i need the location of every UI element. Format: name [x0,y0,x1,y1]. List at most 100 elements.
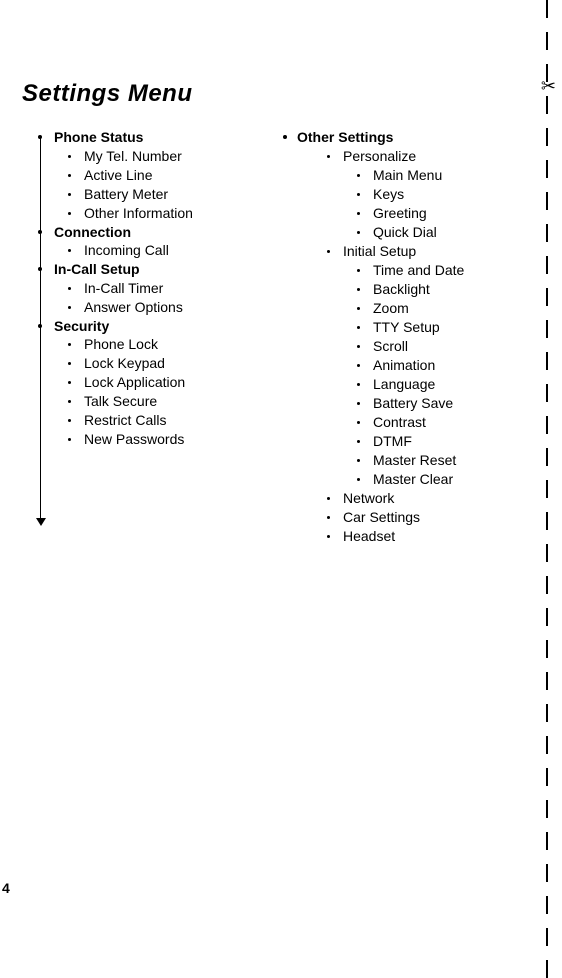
dash-segment [546,704,548,722]
section-label: In-Call Setup [54,260,273,279]
menu-item-label: Initial Setup [343,243,416,259]
arrow-down-icon [36,518,46,526]
dash-segment [546,544,548,562]
menu-item-label: Quick Dial [373,224,437,240]
menu-item: Lock Application [54,373,273,392]
menu-item: Master Clear [313,470,532,489]
menu-item: DTMF [313,432,532,451]
menu-item-label: Zoom [373,300,409,316]
menu-item: TTY Setup [313,318,532,337]
menu-item: Active Line [54,166,273,185]
menu-item: Master Reset [313,451,532,470]
menu-item-label: Scroll [373,338,408,354]
dash-segment [546,160,548,178]
menu-item: Main Menu [313,166,532,185]
section-label: Connection [54,223,273,242]
dash-segment [546,512,548,530]
left-tree: Phone StatusMy Tel. Number Active Line Bat… [54,128,273,449]
menu-item: Greeting [313,204,532,223]
dash-segment [546,96,548,114]
dash-segment [546,864,548,882]
menu-item: Answer Options [54,298,273,317]
menu-item: Scroll [313,337,532,356]
menu-item-label: In-Call Timer [84,280,163,296]
menu-item-label: TTY Setup [373,319,440,335]
dash-segment [546,192,548,210]
menu-item-label: Talk Secure [84,393,157,409]
menu-item-label: Language [373,376,435,392]
bullet-icon [283,135,287,139]
dash-segment [546,288,548,306]
dash-segment [546,224,548,242]
menu-item: Headset [313,527,532,546]
dash-segment [546,896,548,914]
menu-item-label: Active Line [84,167,152,183]
menu-item-label: Master Reset [373,452,456,468]
menu-item: Animation [313,356,532,375]
dash-segment [546,960,548,978]
menu-item-label: Answer Options [84,299,183,315]
right-column: Other SettingsPersonalizeMain MenuKeys Gr… [283,128,532,546]
menu-item: Language [313,375,532,394]
menu-item: Battery Meter [54,185,273,204]
menu-item-label: Phone Lock [84,336,158,352]
menu-item-label: Lock Keypad [84,355,165,371]
dash-segment [546,736,548,754]
menu-item-label: Restrict Calls [84,412,166,428]
menu-item-label: Battery Save [373,395,453,411]
menu-item-label: Lock Application [84,374,185,390]
dash-segment [546,608,548,626]
scissors-icon: ✂ [541,76,556,97]
menu-item-label: New Passwords [84,431,184,447]
dash-segment [546,352,548,370]
menu-item: Talk Secure [54,392,273,411]
menu-section: ConnectionIncoming Call [54,223,273,261]
menu-item-label: Master Clear [373,471,453,487]
dash-segment [546,32,548,50]
dash-segment [546,768,548,786]
menu-item: Zoom [313,299,532,318]
menu-section: In-Call SetupIn-Call Timer Answer Options [54,260,273,317]
menu-section: Other SettingsPersonalizeMain MenuKeysGr… [313,128,532,546]
menu-item: Quick Dial [313,223,532,242]
dash-line [546,0,548,978]
bullet-icon [38,135,42,139]
menu-item-label: Keys [373,186,404,202]
dash-segment [546,320,548,338]
section-label: Phone Status [54,128,273,147]
dash-segment [546,576,548,594]
menu-item: Personalize [313,147,532,166]
menu-item-label: Contrast [373,414,426,430]
menu-item: Initial Setup [313,242,532,261]
menu-item: Restrict Calls [54,411,273,430]
menu-item: Car Settings [313,508,532,527]
menu-item: Phone Lock [54,335,273,354]
right-tree: Other SettingsPersonalizeMain MenuKeysGr… [313,128,532,546]
menu-item-label: Time and Date [373,262,464,278]
section-label: Other Settings [297,128,532,147]
dash-segment [546,672,548,690]
menu-item: New Passwords [54,430,273,449]
dash-segment [546,416,548,434]
dash-segment [546,832,548,850]
section-label: Security [54,317,273,336]
menu-item: Network [313,489,532,508]
menu-item: Battery Save [313,394,532,413]
menu-section: Phone StatusMy Tel. Number Active Line Bat… [54,128,273,223]
menu-item: Contrast [313,413,532,432]
dash-segment [546,256,548,274]
page-title: Settings Menu [22,80,193,108]
dash-segment [546,928,548,946]
dash-segment [546,0,548,18]
dash-segment [546,800,548,818]
menu-item: Other Information [54,204,273,223]
menu-item: Lock Keypad [54,354,273,373]
menu-item-label: Headset [343,528,395,544]
menu-item-label: DTMF [373,433,412,449]
menu-item-label: Network [343,490,394,506]
menu-item-label: My Tel. Number [84,148,182,164]
menu-item: Time and Date [313,261,532,280]
menu-item-label: Car Settings [343,509,420,525]
menu-item-label: Animation [373,357,435,373]
menu-item-label: Incoming Call [84,242,169,258]
